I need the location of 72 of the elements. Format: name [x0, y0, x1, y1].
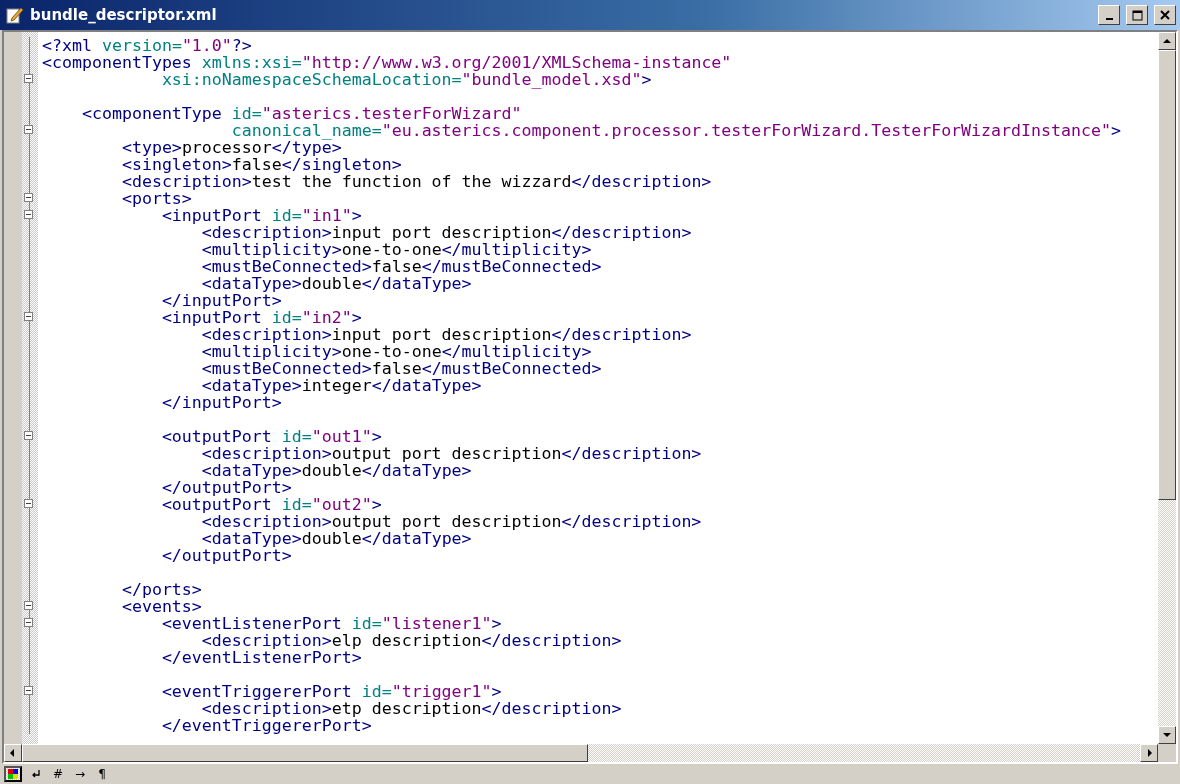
scroll-down-button[interactable] — [1158, 726, 1176, 744]
scrollbar-thumb[interactable] — [1158, 50, 1176, 500]
code-line: <eventListenerPort id="listener1"> — [160, 615, 503, 632]
code-line: <inputPort id="in2"> — [160, 309, 363, 326]
code-line: <description>test the function of the wizzard</description> — [120, 173, 713, 190]
fold-toggle[interactable] — [24, 74, 33, 83]
code-line: canonical_name="eu.asterics.component.processor.testerForWizard.TesterForWizardInstance"> — [230, 122, 1122, 139]
code-line: </outputPort> — [160, 479, 292, 496]
fold-toggle[interactable] — [24, 125, 33, 134]
fold-toggle[interactable] — [24, 210, 33, 219]
code-line: <multiplicity>one-to-one</multiplicity> — [200, 343, 592, 360]
minimize-button[interactable] — [1098, 5, 1120, 25]
code-line: <componentType id="asterics.testerForWizard" — [80, 105, 523, 122]
down-arrow-icon — [1162, 730, 1172, 740]
close-button[interactable] — [1154, 5, 1176, 25]
color-grid-icon — [8, 769, 18, 779]
code-line: <dataType>integer</dataType> — [200, 377, 483, 394]
code-line: </eventTriggererPort> — [160, 717, 372, 734]
code-line: </outputPort> — [160, 547, 292, 564]
fold-toggle[interactable] — [24, 601, 33, 610]
code-line: <description>etp description</description> — [201, 700, 623, 717]
fold-toggle[interactable] — [24, 686, 33, 695]
toolbar-toggle[interactable]: # — [50, 766, 67, 782]
scroll-left-button[interactable] — [4, 744, 22, 762]
toolbar-toggle-button[interactable] — [4, 766, 22, 782]
scroll-right-button[interactable] — [1140, 744, 1158, 762]
code-line: <ports> — [120, 190, 192, 207]
code-line: <description>input port description</description> — [201, 326, 693, 343]
code-line: </inputPort> — [160, 394, 282, 411]
code-line: <?xml version="1.0"?> — [42, 37, 253, 54]
line-wrap-icon — [31, 769, 41, 779]
code-line: <description>output port description</description> — [201, 513, 703, 530]
code-line: <multiplicity>one-to-one</multiplicity> — [200, 241, 592, 258]
code-line: <inputPort id="in1"> — [161, 207, 363, 224]
toolbar-toggle[interactable]: → — [72, 766, 89, 782]
scroll-up-button[interactable] — [1158, 32, 1176, 50]
code-line: <dataType>double</dataType> — [200, 462, 472, 479]
fold-toggle[interactable] — [24, 618, 33, 627]
close-icon — [1160, 10, 1170, 20]
maximize-icon — [1131, 9, 1143, 21]
code-line: <singleton>false</singleton> — [120, 156, 403, 173]
code-line: <eventTriggererPort id="trigger1"> — [160, 683, 503, 700]
code-line: <description>output port description</description> — [201, 445, 703, 462]
code-line: </ports> — [120, 581, 203, 598]
code-line: <events> — [120, 598, 203, 615]
fold-toggle[interactable] — [24, 193, 33, 202]
code-line: <componentTypes xmlns:xsi="http://www.w3.org/2001/XMLSchema-instance" — [42, 54, 733, 71]
code-line: <mustBeConnected>false</mustBeConnected> — [200, 258, 603, 275]
code-line: <dataType>double</dataType> — [200, 275, 473, 292]
code-line: <outputPort id="out2"> — [160, 496, 383, 513]
scrollbar-corner — [1158, 744, 1176, 762]
maximize-button[interactable] — [1126, 5, 1148, 25]
document-pencil-icon — [6, 6, 24, 24]
code-line: <description>elp description</description> — [200, 632, 623, 649]
code-line: </inputPort> — [160, 292, 282, 309]
code-line: <mustBeConnected>false</mustBeConnected> — [200, 360, 603, 377]
code-line: </eventListenerPort> — [160, 649, 363, 666]
code-line: <dataType>double</dataType> — [200, 530, 472, 547]
code-line: <outputPort id="out1"> — [160, 428, 383, 445]
horizontal-scrollbar[interactable] — [22, 744, 1140, 762]
fold-toggle[interactable] — [24, 499, 33, 508]
code-line: xsi:noNamespaceSchemaLocation="bundle_model.xsd"> — [161, 71, 652, 88]
window-title: bundle_descriptor.xml — [30, 6, 218, 24]
fold-toggle[interactable] — [24, 312, 33, 321]
up-arrow-icon — [1162, 36, 1172, 46]
fold-toggle[interactable] — [24, 431, 33, 440]
minimize-icon — [1105, 17, 1113, 20]
vertical-scrollbar[interactable] — [1158, 32, 1176, 762]
toolbar-toggle[interactable]: ¶ — [94, 766, 111, 782]
code-line: <type>processor</type> — [120, 139, 342, 156]
scrollbar-thumb[interactable] — [22, 744, 588, 762]
code-line: <description>input port description</description> — [201, 224, 693, 241]
